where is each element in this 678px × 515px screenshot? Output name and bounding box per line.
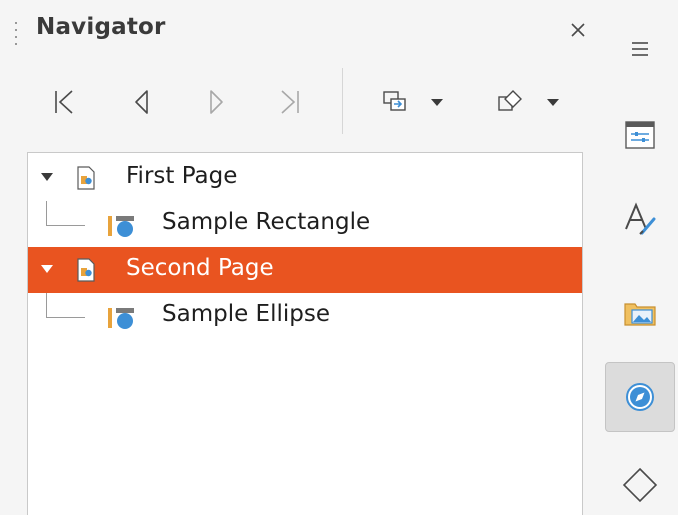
drag-mode-button[interactable] xyxy=(372,76,452,128)
tab-navigator[interactable] xyxy=(605,362,675,432)
previous-icon xyxy=(135,90,148,114)
expander-triangle-icon[interactable] xyxy=(41,173,53,181)
tab-styles[interactable] xyxy=(605,184,675,254)
tree-item-page-selected[interactable]: Second Page xyxy=(28,247,582,293)
properties-icon xyxy=(625,121,655,149)
close-button[interactable] xyxy=(566,18,590,42)
toolbar-separator xyxy=(342,68,343,134)
last-icon xyxy=(281,90,299,114)
shape-icon xyxy=(108,216,134,237)
sidebar-menu-button[interactable] xyxy=(605,14,675,84)
navigator-tree[interactable]: First Page Sample Rectangle Second Page … xyxy=(27,152,583,515)
first-icon xyxy=(55,90,73,114)
shapes-icon xyxy=(498,90,522,111)
panel-grip-handle[interactable] xyxy=(14,22,18,50)
next-icon xyxy=(210,90,223,114)
gallery-icon xyxy=(624,303,656,326)
tree-item-label: Sample Ellipse xyxy=(162,301,330,327)
tree-item-label: Second Page xyxy=(126,255,274,281)
page-icon xyxy=(77,258,95,282)
close-icon xyxy=(571,23,585,37)
tab-properties[interactable] xyxy=(605,100,675,170)
hamburger-icon xyxy=(632,42,648,56)
tree-item-label: First Page xyxy=(126,163,238,189)
sidebar-tab-bar xyxy=(602,0,678,515)
panel-title: Navigator xyxy=(36,14,166,40)
navigator-toolbar xyxy=(44,68,584,134)
tree-connector-line xyxy=(46,201,85,226)
navigator-panel: Navigator First Page Sample Rectangle Se… xyxy=(0,0,600,515)
shape-icon xyxy=(108,308,134,329)
next-page-button[interactable] xyxy=(196,76,236,128)
tree-connector-line xyxy=(46,293,85,318)
drag-mode-icon xyxy=(383,91,406,111)
sidebar-deck: Navigator First Page Sample Rectangle Se… xyxy=(0,0,678,515)
dropdown-arrow-icon xyxy=(547,99,559,106)
compass-icon xyxy=(626,383,654,411)
tree-item-label: Sample Rectangle xyxy=(162,209,371,235)
first-page-button[interactable] xyxy=(44,76,84,128)
tree-item-shape[interactable]: Sample Rectangle xyxy=(28,201,582,247)
tree-item-shape[interactable]: Sample Ellipse xyxy=(28,293,582,339)
expander-triangle-icon[interactable] xyxy=(41,265,53,273)
dropdown-arrow-icon xyxy=(431,99,443,106)
previous-page-button[interactable] xyxy=(122,76,162,128)
tab-gallery[interactable] xyxy=(605,278,675,348)
shapes-filter-button[interactable] xyxy=(482,76,572,128)
tab-shapes[interactable] xyxy=(605,450,675,515)
tree-item-page[interactable]: First Page xyxy=(28,155,582,201)
page-icon xyxy=(77,166,95,190)
diamond-icon xyxy=(622,467,658,503)
styles-icon xyxy=(625,202,656,235)
last-page-button[interactable] xyxy=(270,76,310,128)
